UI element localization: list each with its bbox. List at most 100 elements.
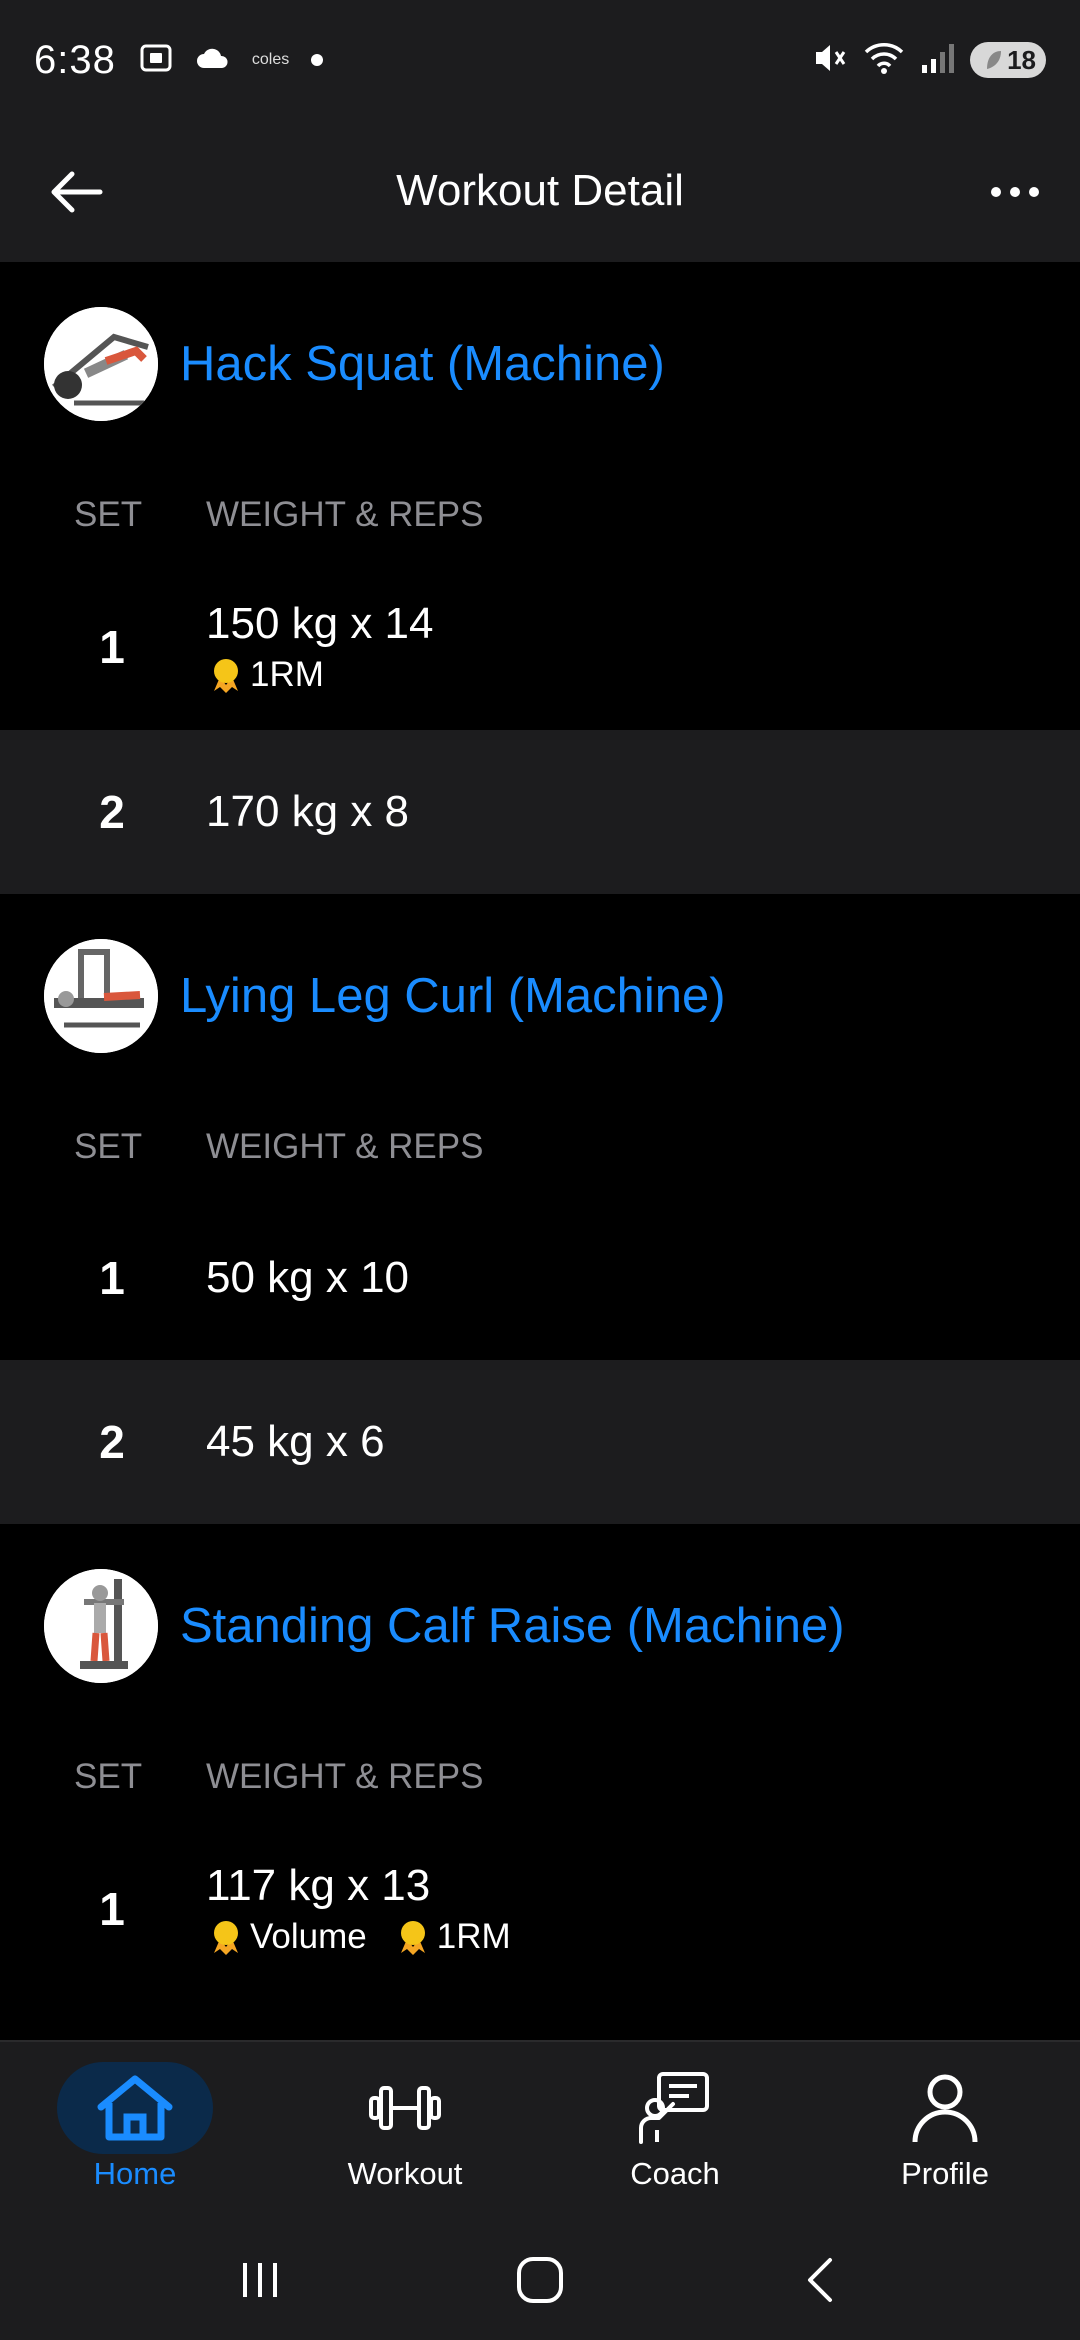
- set-number: 2: [99, 786, 125, 838]
- pr-badge: 1RM: [393, 1917, 511, 1957]
- set-row: 1 117 kg x 13 Volume 1RM: [0, 1826, 1080, 1992]
- home-icon: [97, 2075, 173, 2141]
- set-value: 117 kg x 13: [206, 1861, 431, 1910]
- pr-badge-label: 1RM: [436, 1917, 511, 1956]
- nav-icon-wrap: [867, 2062, 1023, 2154]
- nav-item-profile[interactable]: Profile: [810, 2042, 1080, 2220]
- exercise-block: Lying Leg Curl (Machine) SET WEIGHT & RE…: [0, 894, 1080, 1524]
- bottom-nav: Home Workout Coach Profile: [0, 2040, 1080, 2220]
- app-bar: Workout Detail: [0, 120, 1080, 262]
- exercise-header[interactable]: Lying Leg Curl (Machine): [0, 894, 1080, 1098]
- pr-badge: Volume: [206, 1917, 367, 1957]
- set-row: 2 170 kg x 8: [0, 730, 1080, 894]
- columns-header: SET WEIGHT & REPS: [0, 1728, 1080, 1826]
- more-dot-icon: [1010, 187, 1020, 197]
- medal-icon: [214, 659, 238, 693]
- set-number-cell: 1: [0, 620, 206, 674]
- more-dot-icon: [1029, 187, 1039, 197]
- status-left-icons: coles: [138, 40, 324, 81]
- system-back-button[interactable]: [770, 2240, 870, 2320]
- exercise-thumbnail: [44, 307, 158, 421]
- exercise-block: Standing Calf Raise (Machine) SET WEIGHT…: [0, 1524, 1080, 1992]
- workout-content[interactable]: Hack Squat (Machine) SET WEIGHT & REPS 1…: [0, 262, 1080, 2040]
- columns-header: SET WEIGHT & REPS: [0, 466, 1080, 564]
- battery-indicator: 18: [970, 42, 1046, 78]
- more-options-button[interactable]: [980, 160, 1050, 224]
- set-value: 50 kg x 10: [206, 1253, 410, 1302]
- set-detail: 45 kg x 6: [206, 1417, 385, 1467]
- set-row: 1 50 kg x 10: [0, 1196, 1080, 1360]
- wifi-icon: [862, 40, 906, 81]
- nav-icon-wrap: [597, 2062, 753, 2154]
- medal-icon: [214, 1921, 238, 1955]
- profile-icon: [912, 2074, 978, 2143]
- set-number-cell: 2: [0, 785, 206, 839]
- nav-label: Profile: [901, 2156, 989, 2191]
- leg-curl-illustration-icon: [44, 939, 158, 1053]
- set-number: 1: [99, 621, 125, 673]
- exercise-name[interactable]: Hack Squat (Machine): [180, 336, 665, 392]
- status-right-icons: 18: [810, 40, 1046, 81]
- exercise-header[interactable]: Standing Calf Raise (Machine): [0, 1524, 1080, 1728]
- nav-item-home[interactable]: Home: [0, 2042, 270, 2220]
- nav-label: Home: [93, 2156, 177, 2191]
- pr-badge-label: 1RM: [250, 655, 324, 694]
- exercise-name[interactable]: Standing Calf Raise (Machine): [180, 1598, 845, 1654]
- set-number: 1: [99, 1252, 125, 1304]
- nav-label: Workout: [347, 2156, 463, 2191]
- calf-raise-illustration-icon: [44, 1569, 158, 1683]
- set-column-header: SET: [74, 495, 143, 534]
- set-row: 2 45 kg x 6: [0, 1360, 1080, 1524]
- set-number-cell: 2: [0, 1415, 206, 1469]
- status-bar: 6:38 coles 18: [0, 0, 1080, 120]
- cloud-icon: [196, 46, 230, 75]
- coach-icon: [639, 2072, 709, 2144]
- nav-icon-wrap: [327, 2062, 483, 2154]
- exercise-block: Hack Squat (Machine) SET WEIGHT & REPS 1…: [0, 262, 1080, 894]
- exercise-header[interactable]: Hack Squat (Machine): [0, 262, 1080, 466]
- home-circle-icon: [517, 2257, 563, 2303]
- set-value: 45 kg x 6: [206, 1417, 385, 1466]
- more-dot-icon: [991, 187, 1001, 197]
- recent-apps-icon: [243, 2263, 277, 2297]
- weight-reps-column-header: WEIGHT & REPS: [206, 1757, 484, 1796]
- pr-badge-label: Volume: [250, 1917, 367, 1956]
- set-detail: 117 kg x 13 Volume 1RM: [206, 1861, 511, 1957]
- hack-squat-illustration-icon: [44, 307, 158, 421]
- signal-icon: [920, 41, 956, 80]
- leaf-icon: [987, 51, 1002, 69]
- set-number-cell: 1: [0, 1882, 206, 1936]
- set-value: 170 kg x 8: [206, 787, 410, 836]
- weight-reps-column-header: WEIGHT & REPS: [206, 495, 484, 534]
- screenshot-icon: [138, 40, 174, 81]
- status-time: 6:38: [34, 37, 116, 82]
- recent-apps-button[interactable]: [210, 2240, 310, 2320]
- medal-icon: [400, 1921, 425, 1955]
- columns-header: SET WEIGHT & REPS: [0, 1098, 1080, 1196]
- exercise-name[interactable]: Lying Leg Curl (Machine): [180, 968, 726, 1024]
- set-column-header: SET: [74, 1757, 143, 1796]
- dumbbell-icon: [369, 2086, 441, 2130]
- exercise-thumbnail: [44, 939, 158, 1053]
- set-detail: 170 kg x 8: [206, 787, 409, 837]
- set-value: 150 kg x 14: [206, 599, 434, 648]
- system-nav-bar: [0, 2220, 1080, 2340]
- back-button[interactable]: [44, 160, 108, 224]
- home-system-button[interactable]: [490, 2240, 590, 2320]
- notification-dot: [311, 54, 324, 66]
- mute-icon: [810, 40, 848, 81]
- nav-icon-wrap: [57, 2062, 213, 2154]
- set-number: 2: [99, 1416, 125, 1468]
- arrow-left-icon: [51, 171, 103, 213]
- set-number-cell: 1: [0, 1251, 206, 1305]
- nav-label: Coach: [630, 2156, 720, 2191]
- weight-reps-column-header: WEIGHT & REPS: [206, 1127, 484, 1166]
- set-number: 1: [99, 1883, 125, 1935]
- set-row: 1 150 kg x 14 1RM: [0, 564, 1080, 730]
- set-detail: 50 kg x 10: [206, 1253, 409, 1303]
- nav-item-workout[interactable]: Workout: [270, 2042, 540, 2220]
- pr-badges: 1RM: [206, 655, 434, 695]
- pr-badges: Volume 1RM: [206, 1917, 511, 1957]
- screen: 6:38 coles 18 Workout Detail Hack Squat …: [0, 0, 1080, 2340]
- nav-item-coach[interactable]: Coach: [540, 2042, 810, 2220]
